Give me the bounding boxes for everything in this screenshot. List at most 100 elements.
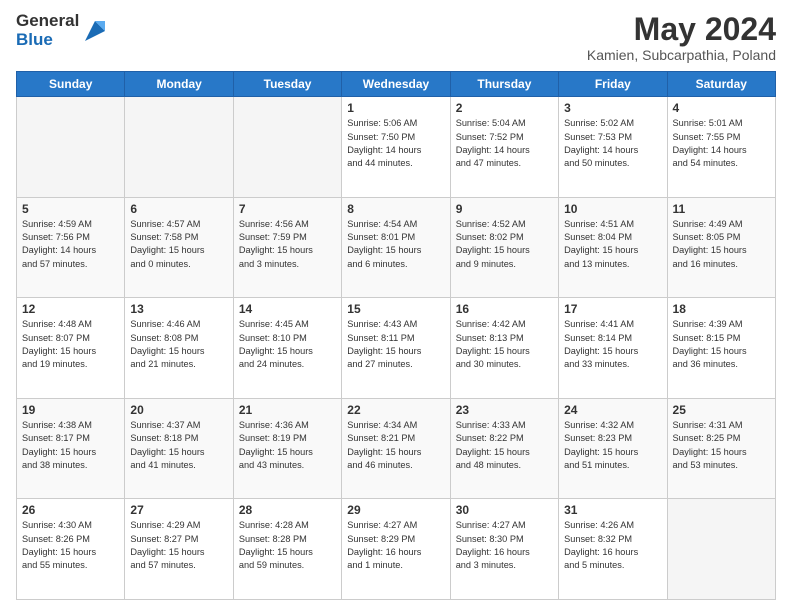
col-saturday: Saturday bbox=[667, 72, 775, 97]
day-number: 29 bbox=[347, 503, 444, 517]
day-info: Sunrise: 5:06 AM Sunset: 7:50 PM Dayligh… bbox=[347, 117, 444, 170]
day-number: 14 bbox=[239, 302, 336, 316]
calendar-cell: 16 Sunrise: 4:42 AM Sunset: 8:13 PM Dayli… bbox=[450, 298, 558, 399]
calendar-cell: 8 Sunrise: 4:54 AM Sunset: 8:01 PM Daylig… bbox=[342, 197, 450, 298]
calendar-cell: 5 Sunrise: 4:59 AM Sunset: 7:56 PM Daylig… bbox=[17, 197, 125, 298]
day-info: Sunrise: 4:48 AM Sunset: 8:07 PM Dayligh… bbox=[22, 318, 119, 371]
day-info: Sunrise: 4:52 AM Sunset: 8:02 PM Dayligh… bbox=[456, 218, 553, 271]
day-info: Sunrise: 4:59 AM Sunset: 7:56 PM Dayligh… bbox=[22, 218, 119, 271]
day-number: 27 bbox=[130, 503, 227, 517]
day-info: Sunrise: 4:26 AM Sunset: 8:32 PM Dayligh… bbox=[564, 519, 661, 572]
day-number: 21 bbox=[239, 403, 336, 417]
day-number: 28 bbox=[239, 503, 336, 517]
calendar-cell: 13Sunrise: 4:46 AM Sunset: 8:08 PM Dayli… bbox=[125, 298, 233, 399]
day-number: 31 bbox=[564, 503, 661, 517]
calendar-cell: 18 Sunrise: 4:39 AM Sunset: 8:15 PM Dayli… bbox=[667, 298, 775, 399]
day-info: Sunrise: 4:32 AM Sunset: 8:23 PM Dayligh… bbox=[564, 419, 661, 472]
day-info: Sunrise: 5:04 AM Sunset: 7:52 PM Dayligh… bbox=[456, 117, 553, 170]
day-number: 26 bbox=[22, 503, 119, 517]
day-number: 24 bbox=[564, 403, 661, 417]
day-number: 25 bbox=[673, 403, 770, 417]
day-info: Sunrise: 4:27 AM Sunset: 8:29 PM Dayligh… bbox=[347, 519, 444, 572]
week-row-5: 26 Sunrise: 4:30 AM Sunset: 8:26 PM Dayli… bbox=[17, 499, 776, 600]
calendar-cell: 21Sunrise: 4:36 AM Sunset: 8:19 PM Dayli… bbox=[233, 398, 341, 499]
col-sunday: Sunday bbox=[17, 72, 125, 97]
week-row-1: 1Sunrise: 5:06 AM Sunset: 7:50 PM Daylig… bbox=[17, 97, 776, 198]
calendar-cell: 29 Sunrise: 4:27 AM Sunset: 8:29 PM Dayli… bbox=[342, 499, 450, 600]
day-info: Sunrise: 4:54 AM Sunset: 8:01 PM Dayligh… bbox=[347, 218, 444, 271]
day-number: 8 bbox=[347, 202, 444, 216]
calendar-cell: 11 Sunrise: 4:49 AM Sunset: 8:05 PM Dayli… bbox=[667, 197, 775, 298]
location: Kamien, Subcarpathia, Poland bbox=[587, 47, 776, 63]
day-info: Sunrise: 4:34 AM Sunset: 8:21 PM Dayligh… bbox=[347, 419, 444, 472]
calendar-cell: 9 Sunrise: 4:52 AM Sunset: 8:02 PM Daylig… bbox=[450, 197, 558, 298]
day-info: Sunrise: 4:31 AM Sunset: 8:25 PM Dayligh… bbox=[673, 419, 770, 472]
day-info: Sunrise: 4:38 AM Sunset: 8:17 PM Dayligh… bbox=[22, 419, 119, 472]
week-row-2: 5 Sunrise: 4:59 AM Sunset: 7:56 PM Daylig… bbox=[17, 197, 776, 298]
day-number: 2 bbox=[456, 101, 553, 115]
page: General Blue May 2024 Kamien, Subcarpath… bbox=[0, 0, 792, 612]
logo-general: General bbox=[16, 12, 79, 31]
day-info: Sunrise: 4:57 AM Sunset: 7:58 PM Dayligh… bbox=[130, 218, 227, 271]
day-number: 17 bbox=[564, 302, 661, 316]
day-number: 19 bbox=[22, 403, 119, 417]
calendar-cell bbox=[17, 97, 125, 198]
title-block: May 2024 Kamien, Subcarpathia, Poland bbox=[587, 12, 776, 63]
day-info: Sunrise: 4:27 AM Sunset: 8:30 PM Dayligh… bbox=[456, 519, 553, 572]
calendar-cell: 12 Sunrise: 4:48 AM Sunset: 8:07 PM Dayli… bbox=[17, 298, 125, 399]
day-number: 4 bbox=[673, 101, 770, 115]
calendar-cell: 20 Sunrise: 4:37 AM Sunset: 8:18 PM Dayli… bbox=[125, 398, 233, 499]
day-info: Sunrise: 4:28 AM Sunset: 8:28 PM Dayligh… bbox=[239, 519, 336, 572]
calendar-cell: 22 Sunrise: 4:34 AM Sunset: 8:21 PM Dayli… bbox=[342, 398, 450, 499]
day-info: Sunrise: 5:01 AM Sunset: 7:55 PM Dayligh… bbox=[673, 117, 770, 170]
calendar-cell: 6Sunrise: 4:57 AM Sunset: 7:58 PM Daylig… bbox=[125, 197, 233, 298]
calendar-cell: 17 Sunrise: 4:41 AM Sunset: 8:14 PM Dayli… bbox=[559, 298, 667, 399]
calendar-cell: 15 Sunrise: 4:43 AM Sunset: 8:11 PM Dayli… bbox=[342, 298, 450, 399]
day-info: Sunrise: 4:56 AM Sunset: 7:59 PM Dayligh… bbox=[239, 218, 336, 271]
day-number: 15 bbox=[347, 302, 444, 316]
calendar-cell: 26 Sunrise: 4:30 AM Sunset: 8:26 PM Dayli… bbox=[17, 499, 125, 600]
day-number: 22 bbox=[347, 403, 444, 417]
day-number: 9 bbox=[456, 202, 553, 216]
day-number: 18 bbox=[673, 302, 770, 316]
week-row-3: 12 Sunrise: 4:48 AM Sunset: 8:07 PM Dayli… bbox=[17, 298, 776, 399]
header-row: Sunday Monday Tuesday Wednesday Thursday… bbox=[17, 72, 776, 97]
day-number: 3 bbox=[564, 101, 661, 115]
day-info: Sunrise: 4:41 AM Sunset: 8:14 PM Dayligh… bbox=[564, 318, 661, 371]
day-number: 5 bbox=[22, 202, 119, 216]
header: General Blue May 2024 Kamien, Subcarpath… bbox=[16, 12, 776, 63]
day-info: Sunrise: 4:49 AM Sunset: 8:05 PM Dayligh… bbox=[673, 218, 770, 271]
calendar-cell: 10 Sunrise: 4:51 AM Sunset: 8:04 PM Dayli… bbox=[559, 197, 667, 298]
calendar-table: Sunday Monday Tuesday Wednesday Thursday… bbox=[16, 71, 776, 600]
week-row-4: 19 Sunrise: 4:38 AM Sunset: 8:17 PM Dayli… bbox=[17, 398, 776, 499]
day-info: Sunrise: 5:02 AM Sunset: 7:53 PM Dayligh… bbox=[564, 117, 661, 170]
day-info: Sunrise: 4:51 AM Sunset: 8:04 PM Dayligh… bbox=[564, 218, 661, 271]
calendar-cell: 7 Sunrise: 4:56 AM Sunset: 7:59 PM Daylig… bbox=[233, 197, 341, 298]
day-number: 11 bbox=[673, 202, 770, 216]
logo-icon bbox=[81, 17, 109, 45]
day-info: Sunrise: 4:37 AM Sunset: 8:18 PM Dayligh… bbox=[130, 419, 227, 472]
calendar-cell: 3 Sunrise: 5:02 AM Sunset: 7:53 PM Daylig… bbox=[559, 97, 667, 198]
logo: General Blue bbox=[16, 12, 109, 49]
day-number: 12 bbox=[22, 302, 119, 316]
day-info: Sunrise: 4:30 AM Sunset: 8:26 PM Dayligh… bbox=[22, 519, 119, 572]
calendar-cell: 25 Sunrise: 4:31 AM Sunset: 8:25 PM Dayli… bbox=[667, 398, 775, 499]
day-number: 7 bbox=[239, 202, 336, 216]
col-thursday: Thursday bbox=[450, 72, 558, 97]
day-info: Sunrise: 4:33 AM Sunset: 8:22 PM Dayligh… bbox=[456, 419, 553, 472]
calendar-cell bbox=[125, 97, 233, 198]
calendar-cell: 30Sunrise: 4:27 AM Sunset: 8:30 PM Dayli… bbox=[450, 499, 558, 600]
day-info: Sunrise: 4:45 AM Sunset: 8:10 PM Dayligh… bbox=[239, 318, 336, 371]
col-friday: Friday bbox=[559, 72, 667, 97]
calendar-cell: 4 Sunrise: 5:01 AM Sunset: 7:55 PM Daylig… bbox=[667, 97, 775, 198]
day-info: Sunrise: 4:39 AM Sunset: 8:15 PM Dayligh… bbox=[673, 318, 770, 371]
day-number: 10 bbox=[564, 202, 661, 216]
calendar-cell: 28 Sunrise: 4:28 AM Sunset: 8:28 PM Dayli… bbox=[233, 499, 341, 600]
calendar-cell: 27Sunrise: 4:29 AM Sunset: 8:27 PM Dayli… bbox=[125, 499, 233, 600]
calendar-cell: 2 Sunrise: 5:04 AM Sunset: 7:52 PM Daylig… bbox=[450, 97, 558, 198]
day-number: 16 bbox=[456, 302, 553, 316]
day-info: Sunrise: 4:42 AM Sunset: 8:13 PM Dayligh… bbox=[456, 318, 553, 371]
calendar-cell: 1Sunrise: 5:06 AM Sunset: 7:50 PM Daylig… bbox=[342, 97, 450, 198]
day-info: Sunrise: 4:43 AM Sunset: 8:11 PM Dayligh… bbox=[347, 318, 444, 371]
day-number: 20 bbox=[130, 403, 227, 417]
